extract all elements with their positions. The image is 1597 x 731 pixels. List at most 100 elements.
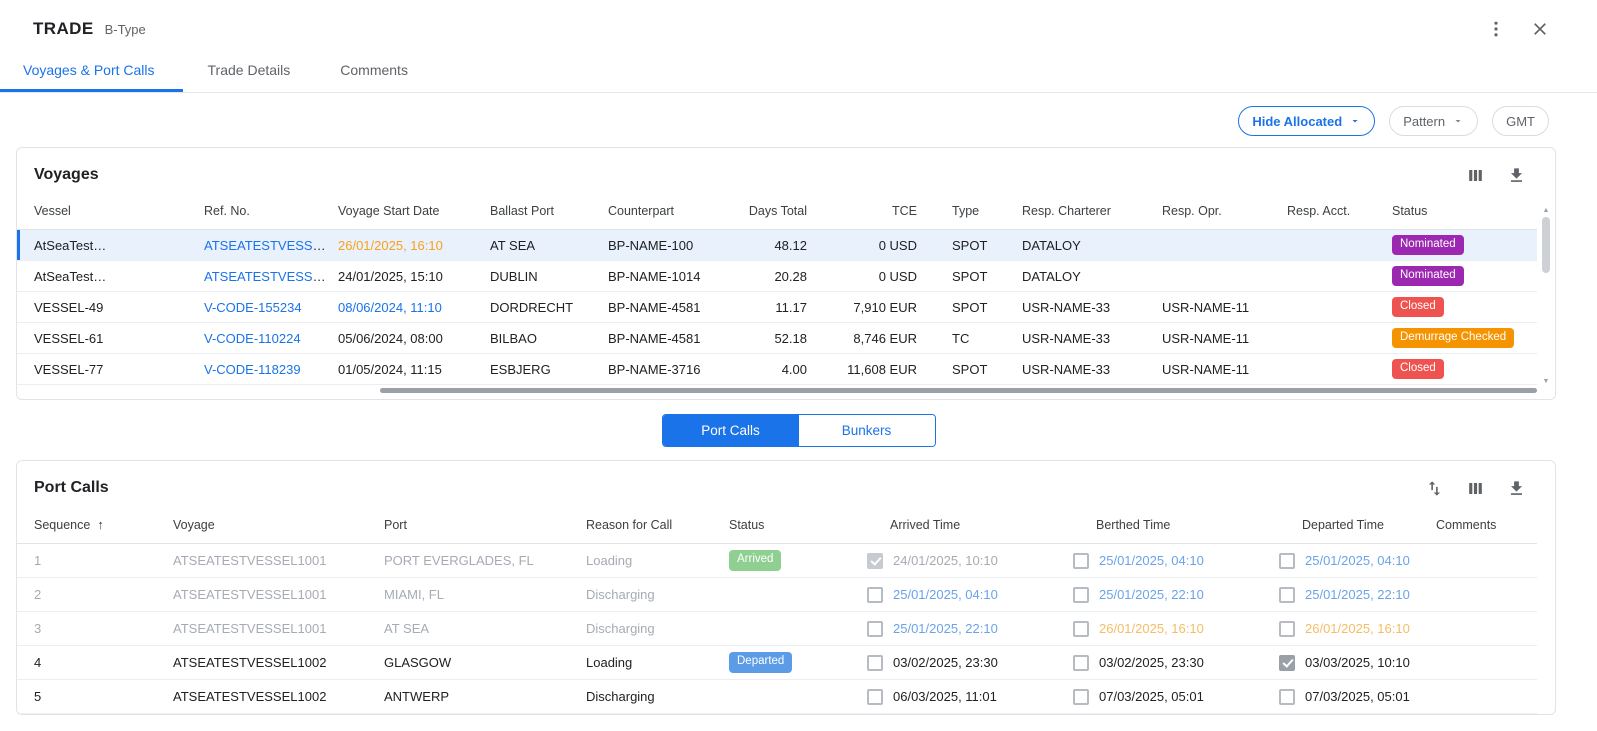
sort-ascending-icon: ↑: [97, 517, 104, 532]
berthed-time-cell: 03/02/2025, 23:30: [1073, 646, 1279, 680]
departed-time-cell: 03/03/2025, 10:10: [1279, 646, 1436, 680]
voyages-col-start-date[interactable]: Voyage Start Date: [338, 198, 490, 230]
type-cell: TC: [952, 323, 1022, 354]
berthed-checkbox[interactable]: [1073, 553, 1089, 569]
port-calls-col-voyage[interactable]: Voyage: [173, 511, 384, 544]
port-calls-col-reason[interactable]: Reason for Call: [586, 511, 729, 544]
port-cell: MIAMI, FL: [384, 578, 586, 612]
voyages-col-ballast-port[interactable]: Ballast Port: [490, 198, 608, 230]
voyages-col-status[interactable]: Status: [1392, 198, 1537, 230]
port-call-row[interactable]: 3 ATSEATESTVESSEL1001 AT SEA Discharging…: [17, 612, 1537, 646]
download-icon: [1507, 166, 1526, 185]
voyage-row[interactable]: AtSeaTest… ATSEATESTVESSEL1001 24/01/202…: [17, 261, 1537, 292]
voyages-col-resp-acct[interactable]: Resp. Acct.: [1287, 198, 1392, 230]
departed-checkbox[interactable]: [1279, 587, 1295, 603]
voyages-col-tce[interactable]: TCE: [819, 198, 952, 230]
departed-checkbox[interactable]: [1279, 553, 1295, 569]
port-call-row[interactable]: 2 ATSEATESTVESSEL1001 MIAMI, FL Discharg…: [17, 578, 1537, 612]
tce-cell: 7,910 EUR: [819, 292, 952, 323]
horizontal-scrollbar-thumb[interactable]: [380, 388, 1537, 393]
voyages-download-button[interactable]: [1503, 162, 1529, 188]
pattern-button[interactable]: Pattern: [1389, 106, 1478, 136]
arrived-checkbox[interactable]: [867, 621, 883, 637]
tab-comments[interactable]: Comments: [315, 50, 433, 92]
voyages-col-ref-no[interactable]: Ref. No.: [204, 198, 338, 230]
resp-charterer-cell: USR-NAME-33: [1022, 354, 1162, 385]
voyages-col-resp-charterer[interactable]: Resp. Charterer: [1022, 198, 1162, 230]
departed-checkbox[interactable]: [1279, 621, 1295, 637]
arrived-checkbox[interactable]: [867, 553, 883, 569]
port-calls-header-row: Sequence↑ Voyage Port Reason for Call St…: [17, 511, 1537, 544]
horizontal-scrollbar[interactable]: [34, 388, 1537, 393]
voyage-start-date-cell: 01/05/2024, 11:15: [338, 354, 490, 385]
departed-checkbox[interactable]: [1279, 655, 1295, 671]
berthed-checkbox[interactable]: [1073, 587, 1089, 603]
comments-cell: [1436, 612, 1537, 646]
status-cell: Demurrage Checked: [1392, 323, 1537, 354]
voyages-columns-button[interactable]: [1462, 162, 1488, 188]
voyage-row[interactable]: VESSEL-77 V-CODE-118239 01/05/2024, 11:1…: [17, 354, 1537, 385]
tab-trade-details[interactable]: Trade Details: [183, 50, 316, 92]
port-calls-col-sequence[interactable]: Sequence↑: [17, 511, 173, 544]
ref-no-cell: V-CODE-118239: [204, 354, 338, 385]
arrived-time-cell: 06/03/2025, 11:01: [867, 680, 1073, 714]
voyages-col-resp-opr[interactable]: Resp. Opr.: [1162, 198, 1287, 230]
toggle-port-calls[interactable]: Port Calls: [663, 415, 799, 446]
arrived-checkbox[interactable]: [867, 689, 883, 705]
berthed-time: 07/03/2025, 05:01: [1099, 689, 1204, 704]
voyages-col-counterpart[interactable]: Counterpart: [608, 198, 742, 230]
timezone-button[interactable]: GMT: [1492, 106, 1549, 136]
close-button[interactable]: [1527, 16, 1553, 42]
sequence-cell: 2: [17, 578, 173, 612]
voyages-col-type[interactable]: Type: [952, 198, 1022, 230]
vertical-scrollbar-thumb[interactable]: [1542, 217, 1550, 273]
sequence-cell: 5: [17, 680, 173, 714]
arrived-checkbox[interactable]: [867, 587, 883, 603]
port-calls-col-berthed[interactable]: Berthed Time: [1073, 511, 1279, 544]
voyages-actions: [1462, 162, 1529, 188]
berthed-time-cell: 25/01/2025, 04:10: [1073, 544, 1279, 578]
resp-acct-cell: [1287, 354, 1392, 385]
berthed-checkbox[interactable]: [1073, 655, 1089, 671]
voyages-section: Voyages Vessel Ref. No. Voyage Start Dat…: [16, 147, 1556, 400]
voyage-ref-link[interactable]: ATSEATESTVESSEL1002: [204, 238, 338, 253]
vertical-scrollbar-track[interactable]: [1540, 217, 1552, 375]
vertical-scrollbar[interactable]: ▲ ▼: [1540, 207, 1552, 385]
resp-opr-cell: USR-NAME-11: [1162, 292, 1287, 323]
more-options-button[interactable]: [1483, 16, 1509, 42]
scroll-down-arrow[interactable]: ▼: [1543, 378, 1550, 385]
port-calls-col-port[interactable]: Port: [384, 511, 586, 544]
voyage-ref-link[interactable]: V-CODE-118239: [204, 362, 301, 377]
port-calls-col-departed[interactable]: Departed Time: [1279, 511, 1436, 544]
port-calls-sort-button[interactable]: [1421, 475, 1447, 501]
voyages-col-days-total[interactable]: Days Total: [742, 198, 819, 230]
departed-checkbox[interactable]: [1279, 689, 1295, 705]
port-calls-col-arrived[interactable]: Arrived Time: [867, 511, 1073, 544]
trade-type-label: B-Type: [105, 22, 146, 37]
voyage-ref-link[interactable]: V-CODE-155234: [204, 300, 302, 315]
days-total-cell: 20.28: [742, 261, 819, 292]
resp-acct-cell: [1287, 323, 1392, 354]
tab-voyages-port-calls[interactable]: Voyages & Port Calls: [0, 50, 183, 92]
voyage-row[interactable]: VESSEL-61 V-CODE-110224 05/06/2024, 08:0…: [17, 323, 1537, 354]
berthed-checkbox[interactable]: [1073, 689, 1089, 705]
voyages-col-vessel[interactable]: Vessel: [17, 198, 204, 230]
voyage-ref-link[interactable]: V-CODE-110224: [204, 331, 301, 346]
voyage-row[interactable]: VESSEL-49 V-CODE-155234 08/06/2024, 11:1…: [17, 292, 1537, 323]
arrived-checkbox[interactable]: [867, 655, 883, 671]
scroll-up-arrow[interactable]: ▲: [1543, 207, 1550, 214]
berthed-checkbox[interactable]: [1073, 621, 1089, 637]
ref-no-cell: V-CODE-155234: [204, 292, 338, 323]
port-call-row[interactable]: 4 ATSEATESTVESSEL1002 GLASGOW Loading De…: [17, 646, 1537, 680]
voyage-ref-link[interactable]: ATSEATESTVESSEL1001: [204, 269, 338, 284]
hide-allocated-button[interactable]: Hide Allocated: [1238, 106, 1375, 136]
port-calls-col-status[interactable]: Status: [729, 511, 867, 544]
voyage-row[interactable]: AtSeaTest… ATSEATESTVESSEL1002 26/01/202…: [17, 230, 1537, 261]
departed-time: 25/01/2025, 22:10: [1305, 587, 1410, 602]
port-calls-download-button[interactable]: [1503, 475, 1529, 501]
port-calls-columns-button[interactable]: [1462, 475, 1488, 501]
toggle-bunkers[interactable]: Bunkers: [799, 415, 935, 446]
port-call-row[interactable]: 1 ATSEATESTVESSEL1001 PORT EVERGLADES, F…: [17, 544, 1537, 578]
port-call-row[interactable]: 5 ATSEATESTVESSEL1002 ANTWERP Dischargin…: [17, 680, 1537, 714]
port-calls-col-comments[interactable]: Comments: [1436, 511, 1537, 544]
